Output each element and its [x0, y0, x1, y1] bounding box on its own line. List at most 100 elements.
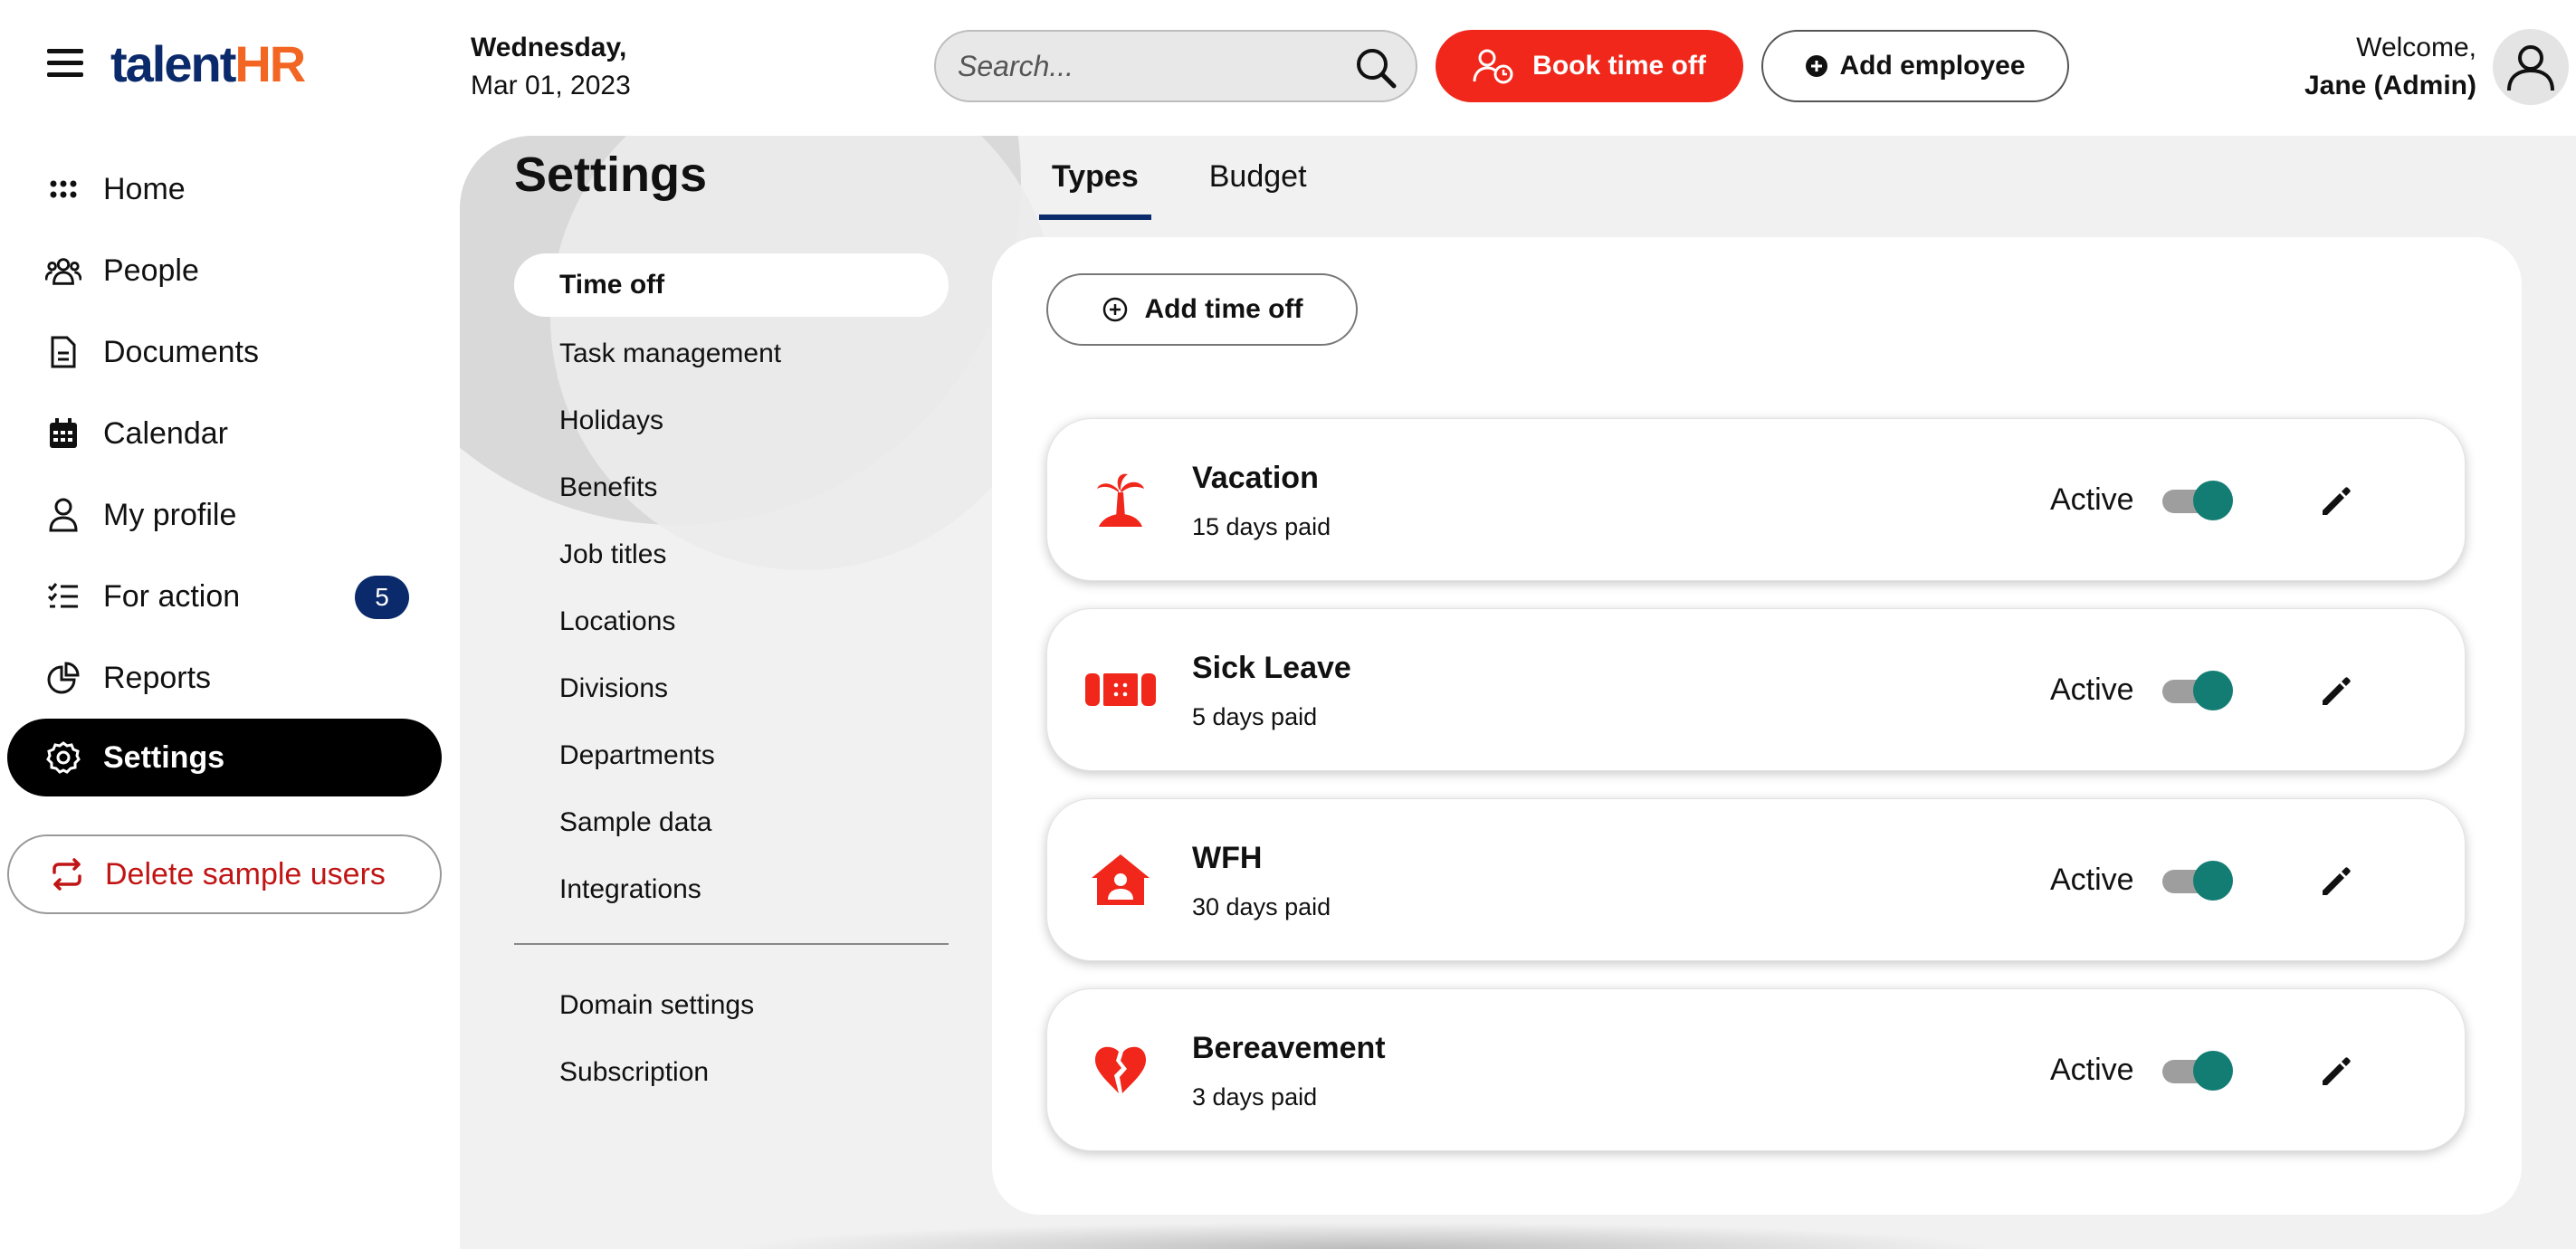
- tab-types[interactable]: Types: [1039, 159, 1151, 220]
- settings-menu-item-job-titles[interactable]: Job titles: [514, 521, 949, 588]
- welcome-block: Welcome, Jane (Admin): [2304, 29, 2476, 105]
- active-toggle[interactable]: [2161, 671, 2233, 710]
- settings-submenu: Time off Task management Holidays Benefi…: [514, 253, 949, 1106]
- for-action-count-badge: 5: [355, 576, 409, 619]
- search-box: [934, 30, 1417, 102]
- refresh-arrows-icon: [52, 858, 81, 891]
- time-off-type-card: Sick Leave 5 days paid Active: [1046, 608, 2466, 771]
- broken-heart-icon: [1085, 1034, 1156, 1105]
- settings-menu-item-departments[interactable]: Departments: [514, 722, 949, 789]
- pencil-edit-icon[interactable]: [2314, 859, 2358, 902]
- sidebar-item-calendar[interactable]: Calendar: [7, 395, 442, 472]
- time-off-type-days: 3 days paid: [1192, 1083, 1318, 1111]
- book-time-off-label: Book time off: [1532, 51, 1706, 81]
- add-employee-label: Add employee: [1839, 51, 2026, 81]
- time-off-type-status: Active: [2050, 482, 2134, 517]
- delete-sample-users-button[interactable]: Delete sample users: [7, 834, 442, 914]
- settings-menu-item-locations[interactable]: Locations: [514, 588, 949, 655]
- search-icon[interactable]: [1352, 44, 1399, 91]
- plus-circle-outline-icon: [1102, 297, 1127, 322]
- settings-main: Settings Time off Task management Holida…: [460, 136, 2576, 1249]
- gear-icon: [45, 739, 81, 776]
- time-off-types-panel: Add time off Vacation 15 days paid Activ…: [992, 237, 2522, 1215]
- settings-menu-item-sample-data[interactable]: Sample data: [514, 789, 949, 856]
- settings-menu-item-holidays[interactable]: Holidays: [514, 387, 949, 454]
- sidebar-item-for-action[interactable]: For action 5: [7, 558, 442, 635]
- time-off-type-card: WFH 30 days paid Active: [1046, 798, 2466, 961]
- time-off-type-card: Bereavement 3 days paid Active: [1046, 988, 2466, 1151]
- time-off-type-days: 30 days paid: [1192, 893, 1331, 920]
- current-date: Wednesday, Mar 01, 2023: [471, 29, 631, 105]
- bandage-icon: [1085, 654, 1156, 725]
- sidebar-item-label: People: [103, 253, 199, 288]
- pie-chart-icon: [45, 660, 81, 696]
- user-avatar-icon: [2507, 45, 2554, 91]
- welcome-text: Welcome,: [2356, 33, 2476, 62]
- settings-menu-item-divisions[interactable]: Divisions: [514, 655, 949, 722]
- checklist-icon: [45, 578, 81, 615]
- sidebar-item-home[interactable]: Home: [7, 150, 442, 228]
- document-icon: [45, 334, 81, 370]
- settings-menu-item-benefits[interactable]: Benefits: [514, 454, 949, 521]
- add-time-off-button[interactable]: Add time off: [1046, 273, 1358, 346]
- settings-tabs: Types Budget: [1039, 159, 1320, 220]
- pencil-edit-icon[interactable]: [2314, 1049, 2358, 1092]
- time-off-type-name: WFH: [1192, 841, 1263, 875]
- top-bar: talentHR Wednesday, Mar 01, 2023 Book ti…: [0, 0, 2576, 136]
- avatar[interactable]: [2493, 29, 2569, 105]
- sidebar-item-label: Home: [103, 171, 186, 206]
- time-off-type-days: 15 days paid: [1192, 513, 1331, 540]
- sidebar-item-documents[interactable]: Documents: [7, 313, 442, 391]
- active-toggle[interactable]: [2161, 481, 2233, 520]
- settings-menu-item-integrations[interactable]: Integrations: [514, 856, 949, 923]
- logo-text-talent: talent: [110, 35, 236, 92]
- pencil-edit-icon[interactable]: [2314, 479, 2358, 522]
- logo-text-hr: HR: [234, 35, 306, 92]
- decorative-shadow: [731, 1222, 1999, 1249]
- sidebar-item-label: Documents: [103, 334, 259, 369]
- add-time-off-label: Add time off: [1144, 294, 1303, 324]
- settings-menu-item-time-off[interactable]: Time off: [514, 253, 949, 317]
- settings-menu-item-subscription[interactable]: Subscription: [514, 1039, 949, 1106]
- calendar-icon: [45, 415, 81, 452]
- grid-icon: [45, 171, 81, 207]
- time-off-type-status: Active: [2050, 1053, 2134, 1087]
- add-employee-button[interactable]: Add employee: [1761, 30, 2069, 102]
- app-logo[interactable]: talentHR: [110, 34, 306, 93]
- sidebar-item-label: For action: [103, 578, 241, 614]
- settings-menu-item-task-management[interactable]: Task management: [514, 320, 949, 387]
- date-weekday: Wednesday,: [471, 33, 627, 62]
- sidebar-item-my-profile[interactable]: My profile: [7, 476, 442, 554]
- time-off-type-card: Vacation 15 days paid Active: [1046, 418, 2466, 581]
- delete-sample-users-label: Delete sample users: [105, 856, 386, 891]
- active-toggle[interactable]: [2161, 1051, 2233, 1091]
- plus-circle-icon: [1806, 55, 1828, 77]
- pencil-edit-icon[interactable]: [2314, 669, 2358, 712]
- book-time-off-button[interactable]: Book time off: [1436, 30, 1743, 102]
- tab-budget[interactable]: Budget: [1197, 159, 1320, 220]
- search-input[interactable]: [958, 44, 1338, 88]
- user-icon: [45, 497, 81, 533]
- settings-menu-item-domain-settings[interactable]: Domain settings: [514, 972, 949, 1039]
- sidebar-item-reports[interactable]: Reports: [7, 639, 442, 717]
- time-off-type-name: Sick Leave: [1192, 651, 1351, 685]
- sidebar-item-people[interactable]: People: [7, 232, 442, 310]
- sidebar-item-settings[interactable]: Settings: [7, 719, 442, 796]
- sidebar-item-label: Calendar: [103, 415, 228, 451]
- page-title: Settings: [514, 148, 708, 202]
- time-off-type-days: 5 days paid: [1192, 703, 1318, 730]
- time-off-type-status: Active: [2050, 672, 2134, 707]
- time-off-type-status: Active: [2050, 863, 2134, 897]
- sidebar: Home People Documents Calendar My profil…: [0, 136, 460, 1249]
- date-full: Mar 01, 2023: [471, 71, 631, 100]
- time-off-type-name: Bereavement: [1192, 1031, 1386, 1065]
- people-icon: [45, 253, 81, 289]
- user-name: Jane (Admin): [2304, 71, 2476, 100]
- active-toggle[interactable]: [2161, 861, 2233, 901]
- hamburger-menu-icon[interactable]: [47, 49, 83, 78]
- time-off-type-name: Vacation: [1192, 461, 1319, 495]
- sidebar-item-label: Reports: [103, 660, 212, 695]
- sidebar-item-label: Settings: [103, 739, 225, 775]
- palm-tree-icon: [1085, 464, 1156, 535]
- submenu-divider: [514, 943, 949, 945]
